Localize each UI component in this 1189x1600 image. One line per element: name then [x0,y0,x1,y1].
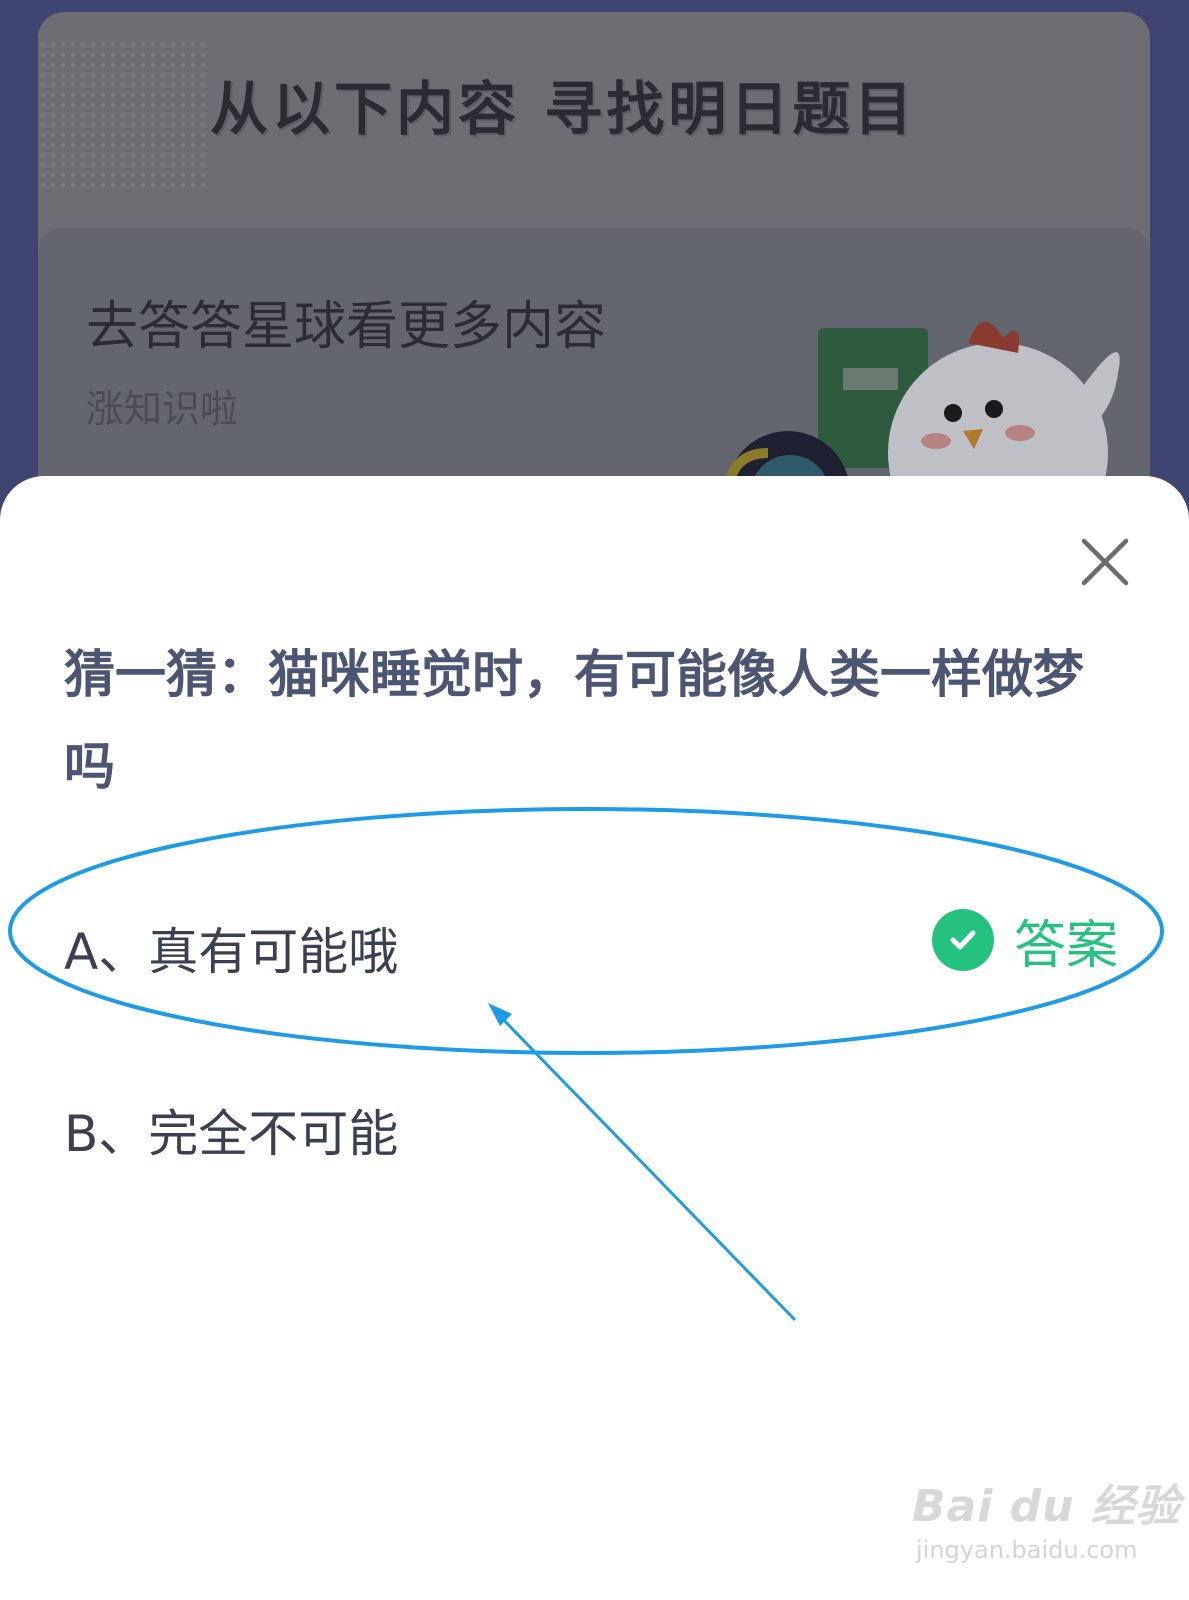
option-b[interactable]: B、完全不可能 [64,1094,398,1166]
answer-label: 答案 [1014,915,1119,976]
baidu-watermark: Bai du 经验 jingyan.baidu.com [912,1470,1181,1564]
check-circle-icon [932,909,994,971]
watermark-brand: Bai du 经验 [912,1481,1181,1532]
option-a[interactable]: A、真有可能哦 [64,912,398,984]
banner-heading: 从以下内容 寻找明日题目 [210,75,917,143]
watermark-url: jingyan.baidu.com [916,1536,1138,1564]
planet-card-subtitle: 涨知识啦 [86,387,239,431]
background-page: 从以下内容 寻找明日题目 去答答星球看更多内容 涨知识啦 [0,0,1189,533]
close-icon[interactable] [1078,535,1132,589]
quiz-question: 猜一猜：猫咪睡觉时，有可能像人类一样做梦吗 [64,646,1085,797]
answer-badge: 答案 [932,908,1118,976]
planet-card-title: 去答答星球看更多内容 [86,297,607,357]
banner-dot-pattern [38,40,208,190]
